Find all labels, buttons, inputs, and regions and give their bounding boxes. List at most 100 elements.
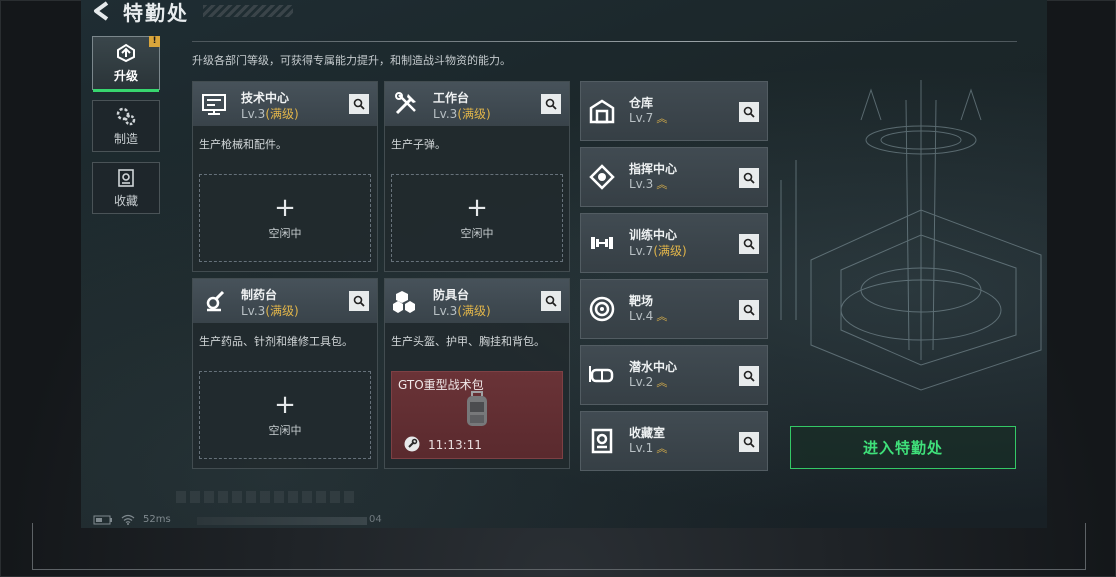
add-icon: + — [466, 193, 488, 223]
workbench-tools-icon — [395, 92, 416, 115]
search-icon — [743, 304, 755, 316]
diving-mask-icon — [589, 366, 614, 383]
workshop-card-workbench[interactable]: 工作台 Lv.3(满级) 生产子弹。 + 空闲中 — [384, 81, 570, 272]
upgrade-available-icon: ︽ — [656, 310, 668, 323]
header: 特勤处 — [91, 0, 293, 26]
room-name: 指挥中心 — [629, 162, 678, 176]
room-name: 收藏室 — [629, 426, 666, 440]
room-name: 仓库 — [629, 96, 654, 110]
slot-status: 空闲中 — [268, 227, 302, 240]
workshop-description: 生产头盔、护甲、胸挂和背包。 — [391, 335, 545, 348]
tech-center-icon — [202, 94, 226, 115]
command-center-icon — [589, 164, 615, 190]
enter-special-ops-button[interactable]: 进入特勤处 — [790, 426, 1016, 469]
wifi-icon — [121, 514, 135, 525]
search-icon — [353, 98, 365, 110]
room-level: Lv.1 ︽ — [629, 441, 668, 455]
wrench-icon — [404, 436, 420, 452]
warehouse-icon — [589, 99, 615, 124]
production-slot-empty[interactable]: + 空闲中 — [199, 174, 371, 262]
gears-icon — [116, 107, 136, 125]
search-button[interactable] — [541, 291, 561, 311]
search-button[interactable] — [739, 300, 759, 320]
room-diving-center[interactable]: 潜水中心 Lv.2 ︽ — [580, 345, 768, 405]
search-button[interactable] — [541, 94, 561, 114]
workshop-name: 技术中心 — [241, 91, 290, 105]
search-icon — [743, 172, 755, 184]
pharmacy-icon — [206, 290, 225, 312]
search-button[interactable] — [739, 168, 759, 188]
target-icon — [589, 296, 615, 322]
backpack-icon — [467, 391, 487, 426]
card-header: 技术中心 Lv.3(满级) — [193, 82, 377, 126]
workshop-name: 制药台 — [241, 288, 278, 302]
production-slot-empty[interactable]: + 空闲中 — [199, 371, 371, 459]
room-level: Lv.4 ︽ — [629, 309, 668, 323]
room-level: Lv.7 ︽ — [629, 111, 668, 125]
room-command-center[interactable]: 指挥中心 Lv.3 ︽ — [580, 147, 768, 207]
battery-icon — [93, 515, 112, 524]
room-shooting-range[interactable]: 靶场 Lv.4 ︽ — [580, 279, 768, 339]
crafting-timer: 11:13:11 — [428, 438, 482, 452]
add-icon: + — [274, 390, 296, 420]
collection-icon — [118, 168, 134, 187]
search-icon — [353, 295, 365, 307]
status-bar: 52ms — [93, 514, 171, 525]
nav-item-upgrade[interactable]: ! 升级 — [92, 36, 160, 92]
game-screen: 特勤处 ! 升级 制造 收藏 升级各部门等级，可获得专属能力提升，和制造战斗物资… — [81, 0, 1047, 528]
room-name: 靶场 — [629, 294, 654, 308]
upgrade-available-icon: ︽ — [656, 178, 668, 191]
workshop-level: Lv.3(满级) — [433, 107, 491, 121]
slot-status: 空闲中 — [460, 227, 494, 240]
search-button[interactable] — [739, 432, 759, 452]
search-button[interactable] — [739, 234, 759, 254]
search-button[interactable] — [349, 291, 369, 311]
dumbbell-icon — [591, 237, 613, 249]
collection-room-icon — [591, 428, 613, 454]
workshop-description: 生产枪械和配件。 — [199, 138, 287, 151]
loading-bar — [197, 517, 367, 525]
production-slot-active[interactable]: GTO重型战术包 11:13:11 — [391, 371, 563, 459]
nav-label-craft: 制造 — [113, 131, 138, 146]
workshop-description: 生产子弹。 — [391, 138, 446, 151]
nav-label-upgrade: 升级 — [113, 68, 138, 83]
search-icon — [743, 436, 755, 448]
page-title: 特勤处 — [123, 0, 189, 25]
workshop-level: Lv.3(满级) — [433, 304, 491, 318]
search-button[interactable] — [739, 366, 759, 386]
room-level: Lv.7(满级) — [629, 244, 687, 258]
production-slot-empty[interactable]: + 空闲中 — [391, 174, 563, 262]
room-name: 训练中心 — [629, 228, 678, 242]
workshop-level: Lv.3(满级) — [241, 107, 299, 121]
search-icon — [743, 238, 755, 250]
search-icon — [545, 98, 557, 110]
search-icon — [743, 370, 755, 382]
workshop-card-tech-center[interactable]: 技术中心 Lv.3(满级) 生产枪械和配件。 + 空闲中 — [192, 81, 378, 272]
workshop-name: 工作台 — [433, 91, 470, 105]
card-header: 防具台 Lv.3(满级) — [385, 279, 569, 323]
nav-item-collection[interactable]: 收藏 — [92, 162, 160, 214]
back-arrow-icon[interactable] — [91, 0, 113, 22]
upgrade-icon — [117, 43, 135, 62]
search-button[interactable] — [349, 94, 369, 114]
upgrade-available-icon: ︽ — [656, 376, 668, 389]
workshop-name: 防具台 — [433, 288, 470, 302]
nav-item-craft[interactable]: 制造 — [92, 100, 160, 152]
search-icon — [545, 295, 557, 307]
search-button[interactable] — [739, 102, 759, 122]
slot-status: 空闲中 — [268, 424, 302, 437]
workshop-description: 生产药品、针剂和维修工具包。 — [199, 335, 353, 348]
room-warehouse[interactable]: 仓库 Lv.7 ︽ — [580, 81, 768, 141]
room-training-center[interactable]: 训练中心 Lv.7(满级) — [580, 213, 768, 273]
ping-value: 52ms — [143, 514, 171, 525]
room-collection-room[interactable]: 收藏室 Lv.1 ︽ — [580, 411, 768, 471]
workshop-card-pharmacy[interactable]: 制药台 Lv.3(满级) 生产药品、针剂和维修工具包。 + 空闲中 — [192, 278, 378, 469]
workshop-card-armor-bench[interactable]: 防具台 Lv.3(满级) 生产头盔、护甲、胸挂和背包。 GTO重型战术包 11:… — [384, 278, 570, 469]
upgrade-available-icon: ︽ — [656, 442, 668, 455]
armor-bench-icon — [393, 291, 415, 313]
card-header: 工作台 Lv.3(满级) — [385, 82, 569, 126]
card-header: 制药台 Lv.3(满级) — [193, 279, 377, 323]
add-icon: + — [274, 193, 296, 223]
bar-number: 04 — [369, 514, 382, 525]
base-building-hologram — [780, 80, 1042, 391]
